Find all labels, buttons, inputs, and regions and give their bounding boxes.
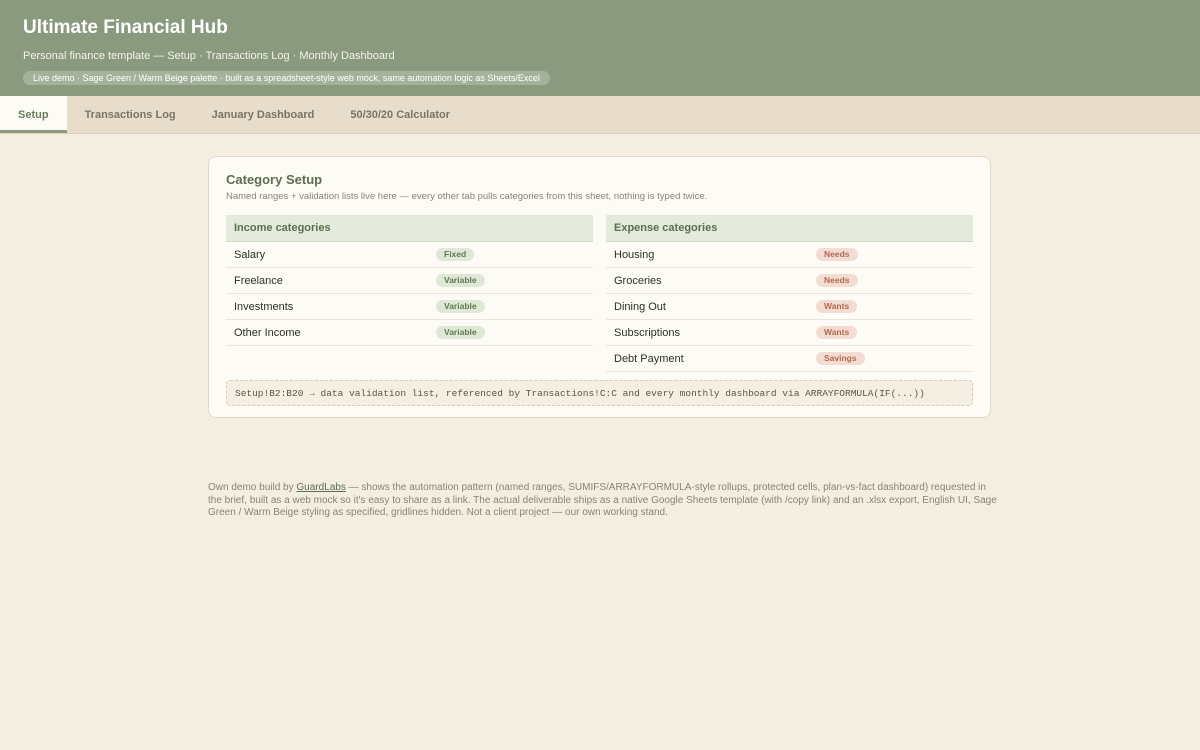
card-title: Category Setup [226, 172, 323, 187]
category-tables: Income categories Salary Fixed Freelance… [226, 215, 973, 372]
category-tag-badge: Wants [816, 300, 858, 313]
expense-table-header: Expense categories [606, 215, 973, 242]
category-name: Freelance [234, 274, 283, 287]
category-name: Housing [614, 248, 655, 261]
card-subtitle: Named ranges + validation lists live her… [226, 191, 708, 202]
category-name: Subscriptions [614, 326, 681, 339]
tab-january-dashboard[interactable]: January Dashboard [194, 96, 333, 133]
category-tag-badge: Variable [436, 326, 485, 339]
income-categories-table: Income categories Salary Fixed Freelance… [226, 215, 593, 372]
category-name: Groceries [614, 274, 662, 287]
app-header: Ultimate Financial Hub Personal finance … [0, 0, 1200, 96]
expense-categories-table: Expense categories Housing Needs Groceri… [606, 215, 973, 372]
table-row[interactable]: Freelance Variable [226, 268, 593, 294]
category-tag-badge: Variable [436, 274, 485, 287]
category-name: Other Income [234, 326, 301, 339]
guardlabs-link[interactable]: GuardLabs [296, 482, 345, 493]
table-row[interactable]: Subscriptions Wants [606, 320, 973, 346]
demo-badge: Live demo · Sage Green / Warm Beige pale… [23, 71, 550, 85]
category-tag-badge: Wants [816, 326, 858, 339]
app-title: Ultimate Financial Hub [23, 17, 228, 38]
tab-50-30-20-calculator[interactable]: 50/30/20 Calculator [332, 96, 468, 133]
table-row[interactable]: Other Income Variable [226, 320, 593, 346]
footer-note: Own demo build by GuardLabs — shows the … [208, 482, 998, 520]
category-setup-card: Category Setup Named ranges + validation… [208, 156, 991, 418]
table-row[interactable]: Salary Fixed [226, 242, 593, 268]
table-row[interactable]: Investments Variable [226, 294, 593, 320]
footer-prefix: Own demo build by [208, 482, 297, 493]
category-tag-badge: Needs [816, 248, 858, 261]
formula-note: Setup!B2:B20 → data validation list, ref… [226, 380, 973, 406]
app-subtitle: Personal finance template — Setup · Tran… [23, 50, 395, 62]
table-row[interactable]: Groceries Needs [606, 268, 973, 294]
table-row[interactable]: Debt Payment Savings [606, 346, 973, 372]
category-name: Investments [234, 300, 294, 313]
category-tag-badge: Savings [816, 352, 865, 365]
category-name: Salary [234, 248, 266, 261]
income-table-header: Income categories [226, 215, 593, 242]
category-tag-badge: Fixed [436, 248, 475, 261]
table-row[interactable]: Housing Needs [606, 242, 973, 268]
category-tag-badge: Needs [816, 274, 858, 287]
category-name: Dining Out [614, 300, 666, 313]
tab-bar: Setup Transactions Log January Dashboard… [0, 96, 1200, 134]
category-tag-badge: Variable [436, 300, 485, 313]
tab-setup[interactable]: Setup [0, 96, 67, 133]
category-name: Debt Payment [614, 352, 684, 365]
table-row[interactable]: Dining Out Wants [606, 294, 973, 320]
tab-transactions-log[interactable]: Transactions Log [67, 96, 194, 133]
